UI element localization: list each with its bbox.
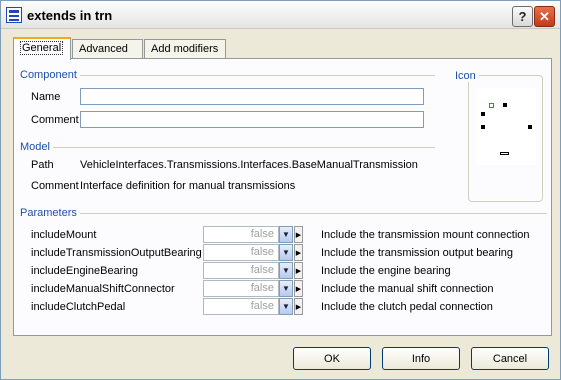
parameter-description: Include the transmission output bearing: [321, 247, 514, 259]
name-field[interactable]: [80, 88, 424, 105]
tab-general-label: General: [20, 41, 64, 55]
parameter-value[interactable]: false: [203, 262, 279, 279]
chevron-right-icon[interactable]: ▶: [294, 298, 303, 315]
parameter-value-combo[interactable]: false ▼ ▶: [203, 262, 303, 279]
parameter-value-combo[interactable]: false ▼ ▶: [203, 280, 303, 297]
icon-group: Icon: [455, 70, 543, 202]
parameter-value-combo[interactable]: false ▼ ▶: [203, 226, 303, 243]
chevron-right-icon[interactable]: ▶: [294, 280, 303, 297]
parameter-value[interactable]: false: [203, 298, 279, 315]
component-heading: Component: [20, 69, 80, 81]
chevron-down-icon[interactable]: ▼: [279, 298, 293, 315]
parameter-value[interactable]: false: [203, 226, 279, 243]
chevron-right-icon[interactable]: ▶: [294, 244, 303, 261]
icon-heading: Icon: [455, 70, 479, 82]
connector-icon: [481, 112, 485, 116]
title-bar[interactable]: extends in trn ? ✕: [1, 1, 560, 29]
parameter-value[interactable]: false: [203, 244, 279, 261]
model-comment-label: Comment: [31, 180, 79, 192]
chevron-down-icon[interactable]: ▼: [279, 262, 293, 279]
tab-advanced-label: Advanced: [79, 43, 128, 55]
parameters-divider: [20, 213, 547, 214]
parameters-heading: Parameters: [20, 207, 80, 219]
tab-add-modifiers[interactable]: Add modifiers: [144, 39, 226, 59]
close-button[interactable]: ✕: [534, 6, 555, 27]
model-divider: [20, 147, 435, 148]
tab-advanced[interactable]: Advanced: [72, 39, 143, 59]
comment-label: Comment: [31, 114, 79, 126]
tab-general[interactable]: General: [13, 37, 71, 60]
model-comment-value: Interface definition for manual transmis…: [80, 180, 296, 192]
parameter-description: Include the transmission mount connectio…: [321, 229, 530, 241]
chevron-down-icon[interactable]: ▼: [279, 226, 293, 243]
window-title: extends in trn: [27, 8, 113, 23]
app-icon: [6, 7, 22, 23]
parameter-name: includeEngineBearing: [31, 265, 139, 277]
connector-icon: [500, 152, 509, 155]
dialog-window: extends in trn ? ✕ General Advanced Add …: [0, 0, 561, 380]
chevron-down-icon[interactable]: ▼: [279, 280, 293, 297]
component-divider: [20, 75, 435, 76]
comment-field[interactable]: [80, 111, 424, 128]
icon-preview: [476, 88, 536, 165]
help-button[interactable]: ?: [512, 6, 533, 27]
connector-icon: [503, 103, 507, 107]
parameter-value[interactable]: false: [203, 280, 279, 297]
parameter-value-combo[interactable]: false ▼ ▶: [203, 244, 303, 261]
path-label: Path: [31, 159, 54, 171]
parameter-value-combo[interactable]: false ▼ ▶: [203, 298, 303, 315]
general-panel: Component Name Comment Icon Model Path V…: [13, 58, 552, 336]
cancel-button[interactable]: Cancel: [471, 347, 549, 370]
info-button[interactable]: Info: [382, 347, 460, 370]
chevron-right-icon[interactable]: ▶: [294, 226, 303, 243]
parameter-description: Include the engine bearing: [321, 265, 451, 277]
chevron-right-icon[interactable]: ▶: [294, 262, 303, 279]
parameter-name: includeTransmissionOutputBearing: [31, 247, 202, 259]
parameter-name: includeMount: [31, 229, 97, 241]
chevron-down-icon[interactable]: ▼: [279, 244, 293, 261]
ok-button[interactable]: OK: [293, 347, 371, 370]
connector-icon: [489, 103, 494, 108]
connector-icon: [481, 125, 485, 129]
path-value: VehicleInterfaces.Transmissions.Interfac…: [80, 159, 418, 171]
parameter-description: Include the clutch pedal connection: [321, 301, 493, 313]
connector-icon: [528, 125, 532, 129]
model-heading: Model: [20, 141, 53, 153]
parameter-name: includeManualShiftConnector: [31, 283, 175, 295]
tab-add-modifiers-label: Add modifiers: [151, 43, 219, 55]
parameter-description: Include the manual shift connection: [321, 283, 494, 295]
name-label: Name: [31, 91, 61, 103]
parameter-name: includeClutchPedal: [31, 301, 126, 313]
